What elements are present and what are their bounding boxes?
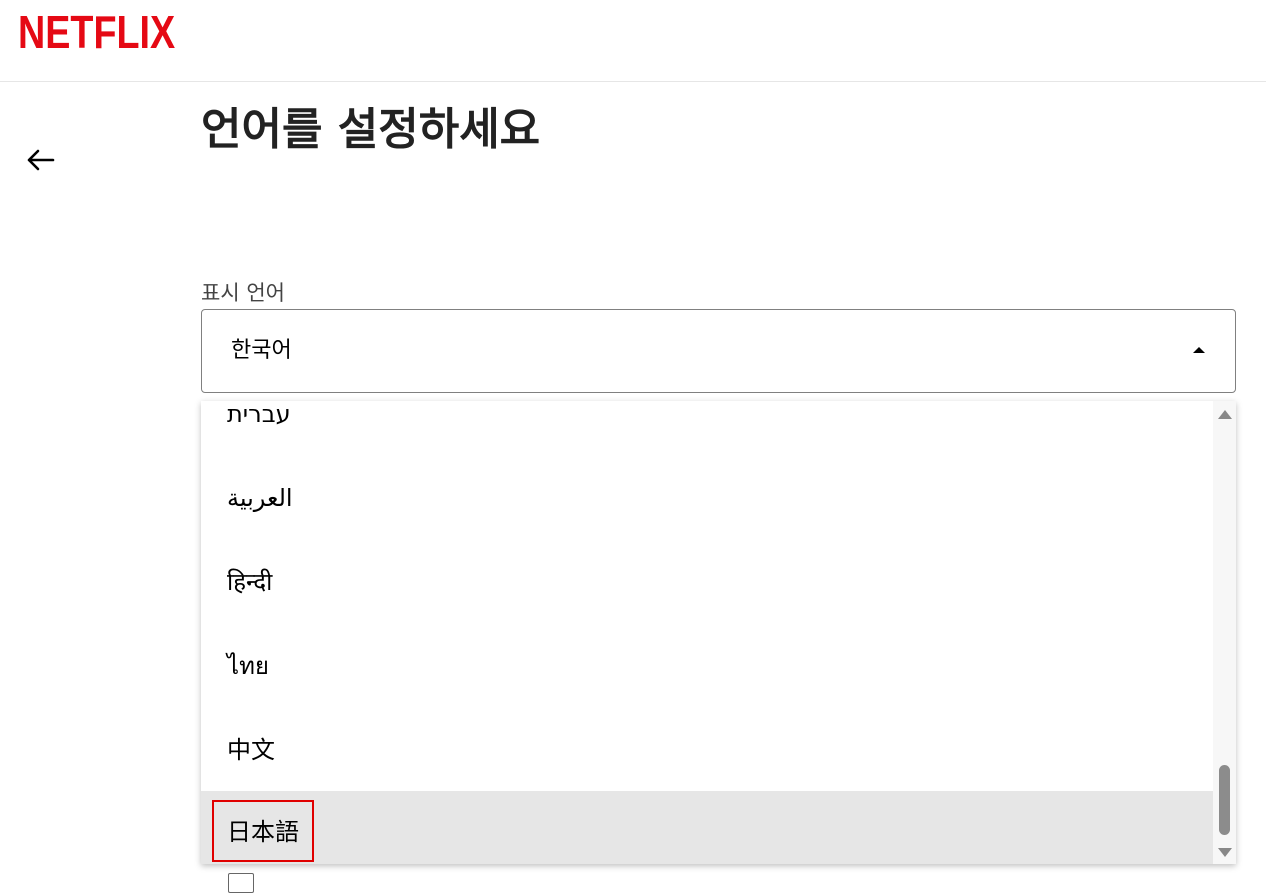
option-label-highlighted: 日本語 <box>212 800 314 862</box>
arrow-left-icon <box>27 149 55 171</box>
option-label: العربية <box>227 484 293 512</box>
scrollbar-thumb[interactable] <box>1219 765 1230 835</box>
option-japanese[interactable]: 日本語 <box>201 791 1213 864</box>
netflix-logo[interactable]: NETFLIX <box>18 8 175 56</box>
display-language-label: 표시 언어 <box>201 281 285 305</box>
select-current-value: 한국어 <box>231 338 292 363</box>
top-header: NETFLIX <box>0 0 1266 82</box>
option-label: ไทย <box>227 652 269 680</box>
partially-hidden-checkbox[interactable] <box>228 873 254 893</box>
dropdown-options: עברית العربية हिन्दी ไทย 中文 日本語 <box>201 401 1213 864</box>
option-label: 中文 <box>227 736 275 764</box>
option-arabic[interactable]: العربية <box>201 455 1213 539</box>
scroll-down-arrow-icon[interactable] <box>1218 848 1232 857</box>
page-title: 언어를 설정하세요 <box>201 104 541 155</box>
language-dropdown-list[interactable]: עברית العربية हिन्दी ไทย 中文 日本語 <box>201 401 1236 864</box>
option-hebrew[interactable]: עברית <box>201 401 1213 455</box>
dropdown-scrollbar[interactable] <box>1213 401 1236 864</box>
option-label: हिन्दी <box>227 568 273 596</box>
option-thai[interactable]: ไทย <box>201 623 1213 707</box>
caret-up-icon <box>1193 347 1205 353</box>
back-button[interactable] <box>20 140 60 180</box>
option-hindi[interactable]: हिन्दी <box>201 539 1213 623</box>
display-language-select[interactable]: 한국어 <box>201 309 1236 393</box>
scroll-up-arrow-icon[interactable] <box>1218 410 1232 419</box>
option-chinese[interactable]: 中文 <box>201 707 1213 791</box>
option-label: עברית <box>227 401 291 428</box>
